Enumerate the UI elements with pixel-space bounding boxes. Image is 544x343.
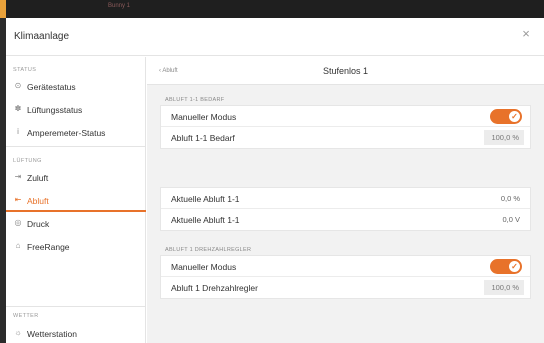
background-window-title: Bunny 1 <box>108 3 131 9</box>
readout-value: 0,0 % <box>500 194 520 203</box>
group-label-drehzahlregler: ABLUFT 1 DREHZAHLREGLER <box>165 247 252 253</box>
sidebar-item-label: Wetterstation <box>27 329 77 339</box>
row-label: Abluft 1 Drehzahlregler <box>171 283 258 293</box>
group-label-bedarf: ABLUFT 1-1 BEDARF <box>165 97 225 103</box>
sidebar-item-label: Gerätestatus <box>27 82 76 92</box>
range-icon: ⌂ <box>15 241 21 250</box>
card-bedarf: Manueller Modus ✓ Abluft 1-1 Bedarf 100,… <box>160 105 531 149</box>
sidebar: STATUS ⊙ Gerätestatus ✽ Lüftungsstatus i… <box>6 57 146 343</box>
sidebar-item-label: FreeRange <box>27 242 70 252</box>
section-label-lueftung: LÜFTUNG <box>13 158 42 164</box>
row-label: Manueller Modus <box>171 112 237 122</box>
bedarf-value-input[interactable]: 100,0 % <box>484 130 524 145</box>
row-label: Abluft 1-1 Bedarf <box>171 133 235 143</box>
readout-row-voltage: Aktuelle Abluft 1-1 0,0 V <box>161 209 530 230</box>
sidebar-item-label: Druck <box>27 219 50 229</box>
sidebar-item-label: Lüftungsstatus <box>27 105 83 115</box>
sidebar-divider <box>6 146 146 147</box>
readout-row-percent: Aktuelle Abluft 1-1 0,0 % <box>161 188 530 209</box>
content-header: ‹ Abluft Stufenlos 1 <box>147 57 544 85</box>
info-icon: i <box>17 127 19 136</box>
sidebar-item-lueftungsstatus[interactable]: ✽ Lüftungsstatus <box>6 99 146 121</box>
sidebar-item-label: Zuluft <box>27 173 49 183</box>
setting-row-bedarf: Abluft 1-1 Bedarf 100,0 % <box>161 127 530 148</box>
section-label-wetter: WETTER <box>13 313 39 319</box>
sidebar-item-freerange[interactable]: ⌂ FreeRange <box>6 236 146 258</box>
card-drehzahlregler: Manueller Modus ✓ Abluft 1 Drehzahlregle… <box>160 255 531 299</box>
background-window-bar: Bunny 1 <box>0 0 544 18</box>
section-label-status: STATUS <box>13 67 37 73</box>
row-label: Aktuelle Abluft 1-1 <box>171 194 240 204</box>
sidebar-item-label: Amperemeter-Status <box>27 128 106 138</box>
dialog-title: Klimaanlage <box>14 31 70 42</box>
close-icon[interactable]: × <box>520 27 532 40</box>
setting-row-drehzahlregler: Abluft 1 Drehzahlregler 100,0 % <box>161 277 530 298</box>
sidebar-item-wetterstation[interactable]: ☼ Wetterstation <box>6 323 146 343</box>
weather-station-icon: ☼ <box>14 328 22 337</box>
wifi-icon: ⊙ <box>14 81 22 90</box>
sidebar-divider <box>6 306 146 307</box>
card-aktuelle-abluft: Aktuelle Abluft 1-1 0,0 % Aktuelle Abluf… <box>160 187 531 231</box>
fan-icon: ✽ <box>14 104 22 113</box>
setting-row-manual-mode: Manueller Modus ✓ <box>161 256 530 277</box>
inlet-icon: ⇥ <box>14 172 22 181</box>
sidebar-item-abluft[interactable]: ⇤ Abluft <box>6 190 146 212</box>
row-label: Manueller Modus <box>171 262 237 272</box>
sidebar-item-geraetestatus[interactable]: ⊙ Gerätestatus <box>6 76 146 98</box>
check-icon: ✓ <box>509 261 520 272</box>
readout-value: 0,0 V <box>502 215 520 224</box>
content-panel: ‹ Abluft Stufenlos 1 ABLUFT 1-1 BEDARF M… <box>147 57 544 343</box>
manual-mode-toggle[interactable]: ✓ <box>490 259 522 274</box>
sidebar-item-druck[interactable]: ◎ Druck <box>6 213 146 235</box>
setting-row-manual-mode: Manueller Modus ✓ <box>161 106 530 127</box>
manual-mode-toggle[interactable]: ✓ <box>490 109 522 124</box>
drehzahlregler-value-input[interactable]: 100,0 % <box>484 280 524 295</box>
sidebar-item-amperemeter-status[interactable]: i Amperemeter-Status <box>6 122 146 144</box>
pressure-icon: ◎ <box>14 218 22 227</box>
background-accent <box>0 0 6 18</box>
outlet-icon: ⇤ <box>14 195 22 204</box>
page-title: Stufenlos 1 <box>322 66 369 76</box>
row-label: Aktuelle Abluft 1-1 <box>171 215 240 225</box>
check-icon: ✓ <box>509 111 520 122</box>
sidebar-item-label: Abluft <box>27 196 49 206</box>
climate-dialog: Klimaanlage × STATUS ⊙ Gerätestatus ✽ Lü… <box>6 18 544 343</box>
sidebar-item-zuluft[interactable]: ⇥ Zuluft <box>6 167 146 189</box>
dialog-header: Klimaanlage × <box>6 18 544 56</box>
